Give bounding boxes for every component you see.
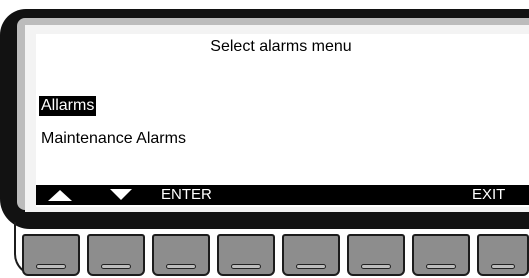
softkey-button-4[interactable]	[217, 234, 275, 276]
softkey-button-5[interactable]	[282, 234, 340, 276]
softkey-button-6[interactable]	[347, 234, 405, 276]
enter-softkey-label[interactable]: ENTER	[161, 185, 212, 205]
softkey-bar: ENTER EXIT	[36, 185, 529, 205]
softkey-button-1[interactable]	[22, 234, 80, 276]
triangle-down-icon[interactable]	[110, 189, 132, 200]
hardware-button-row	[0, 228, 529, 278]
softkey-button-7[interactable]	[412, 234, 470, 276]
menu-item-allarms[interactable]: Allarms	[39, 96, 97, 116]
lcd-display: Select alarms menu Allarms Maintenance A…	[36, 34, 529, 207]
exit-softkey-label[interactable]: EXIT	[472, 185, 505, 205]
softkey-button-8[interactable]	[477, 234, 529, 276]
softkey-button-2[interactable]	[87, 234, 145, 276]
menu-title: Select alarms menu	[210, 38, 352, 55]
triangle-up-icon[interactable]	[48, 190, 72, 201]
menu-item-maintenance-alarms[interactable]: Maintenance Alarms	[39, 129, 188, 149]
softkey-button-3[interactable]	[152, 234, 210, 276]
device-panel: Select alarms menu Allarms Maintenance A…	[0, 0, 529, 278]
